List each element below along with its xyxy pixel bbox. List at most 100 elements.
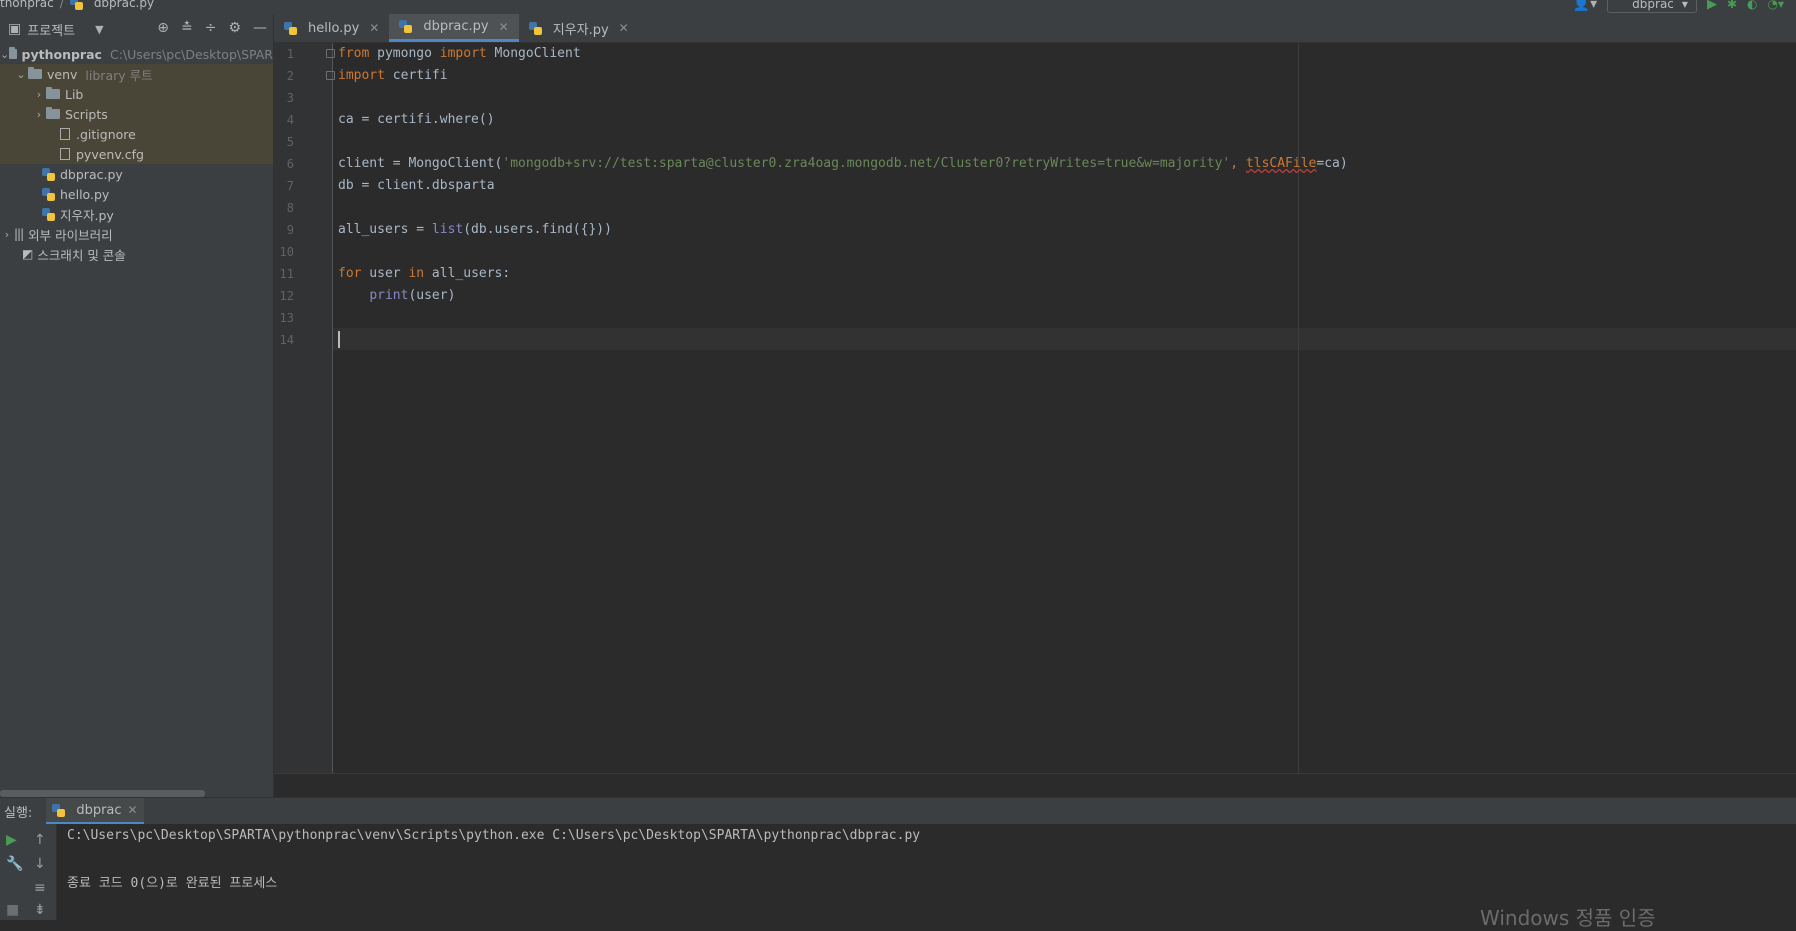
tree-item-pyvenv[interactable]: pyvenv.cfg [0,144,273,164]
profile-icon[interactable]: ◔▾ [1768,0,1785,11]
code-line-7: db = client.dbsparta [338,175,495,197]
tree-item-scripts[interactable]: › Scripts [0,104,273,124]
hide-icon[interactable]: — [253,20,267,36]
tree-item-hello[interactable]: hello.py [0,184,273,204]
chevron-down-icon: ▼ [95,22,104,36]
python-file-icon [528,21,542,35]
code-line-1: from pymongo import MongoClient [338,43,581,65]
close-icon[interactable]: ✕ [619,21,629,35]
fold-marker-icon[interactable] [326,71,335,80]
run-icon[interactable]: ▶ [1707,0,1717,12]
fold-marker-icon[interactable] [326,49,335,58]
code-text: client = MongoClient( [338,156,503,171]
python-file-icon [42,207,55,221]
coverage-icon[interactable]: ◐ [1747,0,1757,11]
venv-name: venv [47,66,78,82]
user-icon[interactable]: 👤▾ [1573,0,1597,12]
editor-tabs: hello.py ✕ dbprac.py ✕ 지우자.py ✕ [274,14,1796,43]
python-file-icon [42,187,55,201]
config-file-icon [60,148,70,160]
run-toolbar: ▶ ↑ 🔧 ↓ ≡ ■ ⇟ [0,824,57,920]
line-number-gutter[interactable]: 1 2 3 4 5 6 7 8 9 10 11 12 13 14 [274,43,333,773]
run-configuration-selector[interactable]: dbprac ▾ [1607,0,1697,13]
ignore-file-icon [60,128,70,140]
line-number: 14 [279,333,294,347]
keyword: for [338,266,362,281]
code-line-6: client = MongoClient('mongodb+srv://test… [338,153,1348,175]
chevron-down-icon: ▾ [1681,0,1688,11]
root-path: C:\Users\pc\Desktop\SPAR [109,46,273,62]
line-number: 2 [286,69,294,83]
tree-item-lib[interactable]: › Lib [0,84,273,104]
project-panel-title: 프로젝트 [27,23,76,39]
tab-hello[interactable]: hello.py ✕ [274,14,389,42]
tab-label: dbprac.py [423,19,489,34]
close-icon[interactable]: ✕ [499,20,509,34]
tree-item-venv[interactable]: ⌄ venv library 루트 [0,64,273,84]
stop-icon[interactable]: ■ [6,902,19,918]
code-text: pymongo [369,46,440,61]
debug-icon[interactable]: ✱ [1727,0,1737,11]
code-text: (user) [408,288,456,303]
arrow-down-icon[interactable]: ↓ [34,856,46,872]
arrow-up-icon[interactable]: ↑ [34,832,46,848]
chevron-right-icon[interactable]: › [32,108,46,121]
code-text: all_users: [424,266,511,281]
tree-item-external-libraries[interactable]: › ||| 외부 라이브러리 [0,224,273,244]
code-text: all_users = [338,222,432,237]
wrench-icon[interactable]: 🔧 [6,856,23,872]
line-number: 1 [286,47,294,61]
windows-activation-watermark: Windows 정품 인증 [1480,906,1656,930]
tree-item-label: dbprac.py [60,166,123,182]
current-line-highlight [332,328,1796,350]
collapse-all-icon[interactable]: ÷ [205,20,217,36]
root-name: pythonprac [21,46,102,62]
breadcrumb-separator: / [59,0,64,10]
chevron-right-icon[interactable]: › [32,88,46,101]
line-number: 10 [279,245,294,259]
rerun-icon[interactable]: ▶ [6,832,17,848]
tree-item-jiuja[interactable]: 지우자.py [0,204,273,224]
tree-item-root[interactable]: ⌄ pythonprac C:\Users\pc\Desktop\SPAR [0,44,273,64]
horizontal-scrollbar[interactable] [0,790,205,797]
expand-all-icon[interactable]: ≛ [181,20,193,36]
project-view-selector[interactable]: ▣ 프로젝트 ▼ [8,20,104,39]
chevron-down-icon[interactable]: ⌄ [14,68,28,81]
tree-item-gitignore[interactable]: .gitignore [0,124,273,144]
text-caret [338,331,340,348]
tab-dbprac[interactable]: dbprac.py ✕ [389,14,519,42]
folder-icon [46,87,60,99]
tree-item-dbprac[interactable]: dbprac.py [0,164,273,184]
close-icon[interactable]: ✕ [128,803,138,817]
project-tree: ⌄ pythonprac C:\Users\pc\Desktop\SPAR ⌄ … [0,44,273,264]
python-file-icon [69,0,83,10]
tab-jiuja[interactable]: 지우자.py ✕ [519,14,639,42]
soft-wrap-icon[interactable]: ≡ [34,880,46,896]
run-tab-dbprac[interactable]: dbprac ✕ [46,798,144,825]
chevron-right-icon[interactable]: › [0,228,14,241]
locate-icon[interactable]: ⊕ [157,20,169,36]
breadcrumb-project[interactable]: thonprac [0,0,54,10]
folder-icon [9,47,17,59]
tab-label: 지우자.py [552,22,609,38]
chevron-down-icon[interactable]: ⌄ [0,48,9,61]
line-number: 7 [286,179,294,193]
code-text: certifi [384,68,448,83]
code-text: (db.users.find({})) [463,222,612,237]
line-number: 8 [286,201,294,215]
project-panel-tools: ⊕ ≛ ÷ ⚙ — [157,20,267,36]
line-number: 13 [279,311,294,325]
code-text: user [361,266,409,281]
builtin: list [431,222,464,237]
scroll-to-end-icon[interactable]: ⇟ [34,902,46,918]
code-line-2: import certifi [338,65,448,87]
tree-item-scratches[interactable]: ◩ 스크래치 및 콘솔 [0,244,273,264]
folder-icon [46,107,60,119]
gear-icon[interactable]: ⚙ [228,20,241,36]
code-text: MongoClient [486,46,581,61]
close-icon[interactable]: ✕ [369,21,379,35]
library-icon: ||| [14,227,24,241]
code-line-11: for user in all_users: [338,263,510,285]
python-file-icon [284,21,297,35]
breadcrumb-file[interactable]: dbprac.py [94,0,154,10]
